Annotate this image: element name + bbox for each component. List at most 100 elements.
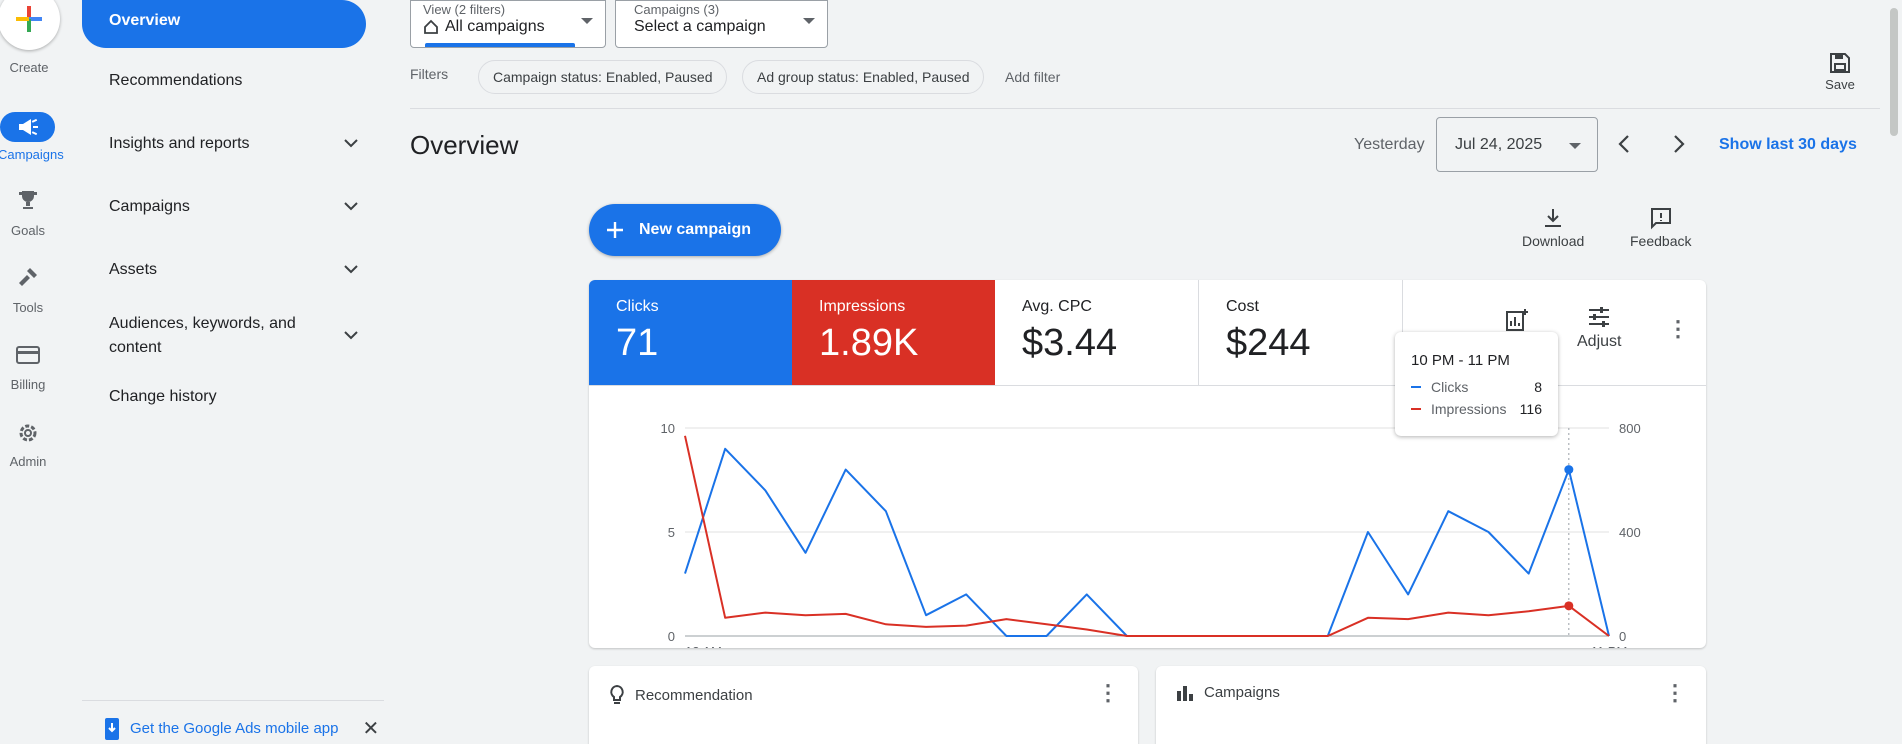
tooltip-title: 10 PM - 11 PM — [1411, 352, 1510, 369]
metric-cost[interactable]: Cost $244 — [1199, 280, 1403, 385]
campaign-selector-value: Select a campaign — [634, 18, 766, 35]
tooltip-row-impressions: Impressions 116 — [1411, 401, 1542, 417]
save-button[interactable]: Save — [1818, 52, 1862, 92]
plus-icon — [607, 222, 623, 238]
nav-item-assets[interactable]: Assets — [109, 261, 359, 279]
download-button[interactable]: Download — [1522, 206, 1584, 249]
metric-label: Impressions — [819, 298, 906, 315]
chevron-down-icon — [803, 18, 815, 24]
prev-date-button[interactable] — [1617, 134, 1631, 160]
highlight-point-clicks — [1564, 465, 1574, 475]
metric-value: 1.89K — [819, 322, 919, 364]
metric-impressions[interactable]: Impressions 1.89K — [792, 280, 995, 385]
tune-icon — [1589, 307, 1610, 327]
view-selector-label: View (2 filters) — [423, 2, 506, 17]
side-nav: Overview Recommendations Insights and re… — [82, 0, 384, 744]
chevron-right-icon — [1674, 135, 1685, 153]
chevron-down-icon — [343, 198, 359, 216]
feedback-label: Feedback — [1630, 233, 1692, 249]
nav-item-change-history[interactable]: Change history — [109, 388, 359, 406]
campaign-selector[interactable]: Campaigns (3) Select a campaign — [615, 0, 828, 48]
nav-item-recommendations[interactable]: Recommendations — [109, 72, 359, 90]
lightbulb-icon — [610, 684, 624, 704]
plus-icon — [16, 6, 42, 32]
legend-swatch — [1411, 408, 1421, 410]
chevron-down-icon — [1569, 143, 1581, 149]
home-icon — [424, 19, 438, 34]
new-campaign-button[interactable]: New campaign — [589, 204, 781, 256]
add-filter-button[interactable]: Add filter — [1005, 69, 1060, 85]
rail-item-billing[interactable] — [12, 343, 44, 367]
view-selector-underline — [425, 43, 575, 47]
gear-icon — [19, 424, 37, 442]
rail-item-campaigns[interactable] — [0, 112, 55, 142]
view-selector[interactable]: View (2 filters) All campaigns — [410, 0, 606, 48]
phone-download-icon — [105, 717, 119, 740]
nav-label: Insights and reports — [109, 135, 250, 152]
filter-chip-ad-group-status[interactable]: Ad group status: Enabled, Paused — [742, 60, 985, 94]
scrollbar-thumb[interactable] — [1890, 8, 1898, 136]
toolbar-divider — [410, 108, 1880, 109]
metric-label: Clicks — [616, 298, 659, 315]
more-vert-icon[interactable]: ⋮ — [1664, 682, 1686, 704]
rail-item-goals[interactable] — [12, 188, 44, 212]
y-tick-right: 0 — [1619, 629, 1626, 644]
card-icon — [16, 346, 40, 364]
metric-avg-cpc[interactable]: Avg. CPC $3.44 — [995, 280, 1199, 385]
date-picker[interactable]: Jul 24, 2025 — [1436, 117, 1598, 172]
create-label: Create — [9, 60, 49, 75]
page-title: Overview — [410, 130, 519, 160]
metric-label: Avg. CPC — [1022, 298, 1092, 315]
rail-item-admin[interactable] — [12, 421, 44, 445]
chevron-left-icon — [1618, 135, 1629, 153]
rail-label-campaigns: Campaigns — [0, 147, 64, 162]
next-date-button[interactable] — [1672, 134, 1686, 160]
mobile-app-promo[interactable]: Get the Google Ads mobile app ✕ — [104, 716, 379, 741]
y-tick-right: 400 — [1619, 525, 1641, 540]
tooltip-series-name: Clicks — [1431, 379, 1469, 395]
nav-item-campaigns[interactable]: Campaigns — [109, 198, 359, 216]
chart-tooltip: 10 PM - 11 PM Clicks 8 Impressions 116 — [1395, 332, 1558, 436]
chevron-down-icon — [343, 324, 359, 348]
metric-value: 71 — [616, 322, 659, 364]
tooltip-series-value: 116 — [1519, 401, 1542, 417]
create-button[interactable] — [0, 0, 60, 50]
chevron-down-icon — [581, 18, 593, 24]
close-icon[interactable]: ✕ — [362, 716, 379, 741]
x-tick-label: 12 AM — [685, 644, 722, 648]
more-vert-icon[interactable]: ⋮ — [1667, 318, 1689, 340]
nav-item-audiences[interactable]: Audiences, keywords, and content — [109, 312, 359, 360]
nav-label: Recommendations — [109, 72, 243, 89]
show-last-30-days-link[interactable]: Show last 30 days — [1719, 136, 1857, 154]
chevron-down-icon — [343, 135, 359, 153]
nav-item-insights[interactable]: Insights and reports — [109, 135, 359, 153]
left-rail: Create Campaigns Goals Tools Billing Adm… — [0, 0, 72, 744]
more-vert-icon[interactable]: ⋮ — [1097, 682, 1119, 704]
series-line-impressions — [684, 435, 1610, 637]
rail-item-tools[interactable] — [12, 265, 44, 289]
card-title: Recommendation — [635, 686, 753, 704]
metric-label: Cost — [1226, 298, 1259, 315]
feedback-button[interactable]: Feedback — [1630, 206, 1691, 249]
rail-label-tools: Tools — [12, 300, 44, 315]
nav-item-overview[interactable]: Overview — [82, 0, 366, 48]
download-icon — [1545, 209, 1562, 227]
date-picker-value: Jul 24, 2025 — [1455, 136, 1543, 153]
legend-swatch — [1411, 386, 1421, 388]
card-title: Campaigns — [1204, 684, 1280, 701]
metric-clicks[interactable]: Clicks 71 — [589, 280, 792, 385]
tools-icon — [19, 268, 37, 286]
nav-label: Assets — [109, 261, 158, 278]
y-tick-left: 0 — [668, 629, 675, 644]
mobile-app-link[interactable]: Get the Google Ads mobile app — [130, 720, 338, 737]
page-scrollbar[interactable] — [1886, 0, 1902, 744]
adjust-button[interactable]: Adjust — [1577, 306, 1621, 351]
y-tick-right: 800 — [1619, 421, 1641, 436]
y-tick-left: 5 — [668, 525, 675, 540]
campaign-selector-label: Campaigns (3) — [634, 2, 720, 17]
date-range-label: Yesterday — [1354, 136, 1425, 153]
bar-chart-icon — [1506, 309, 1528, 331]
nav-label: Campaigns — [109, 198, 190, 215]
filter-chip-campaign-status[interactable]: Campaign status: Enabled, Paused — [478, 60, 728, 94]
series-line-clicks — [684, 447, 1610, 637]
